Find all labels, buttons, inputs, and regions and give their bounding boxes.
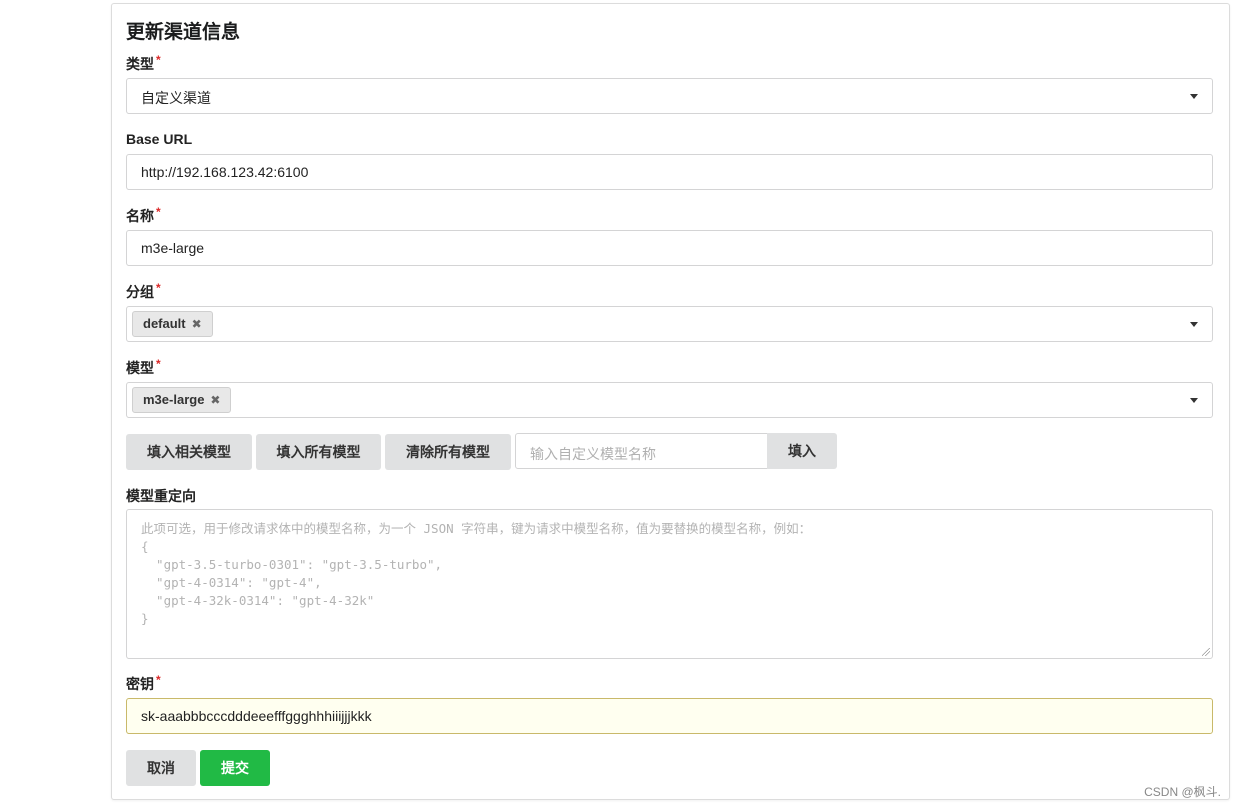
chevron-down-icon (1190, 94, 1198, 99)
base-url-input[interactable]: http://192.168.123.42:6100 (126, 154, 1213, 190)
required-mark: * (156, 357, 161, 371)
close-icon[interactable]: ✖ (192, 312, 202, 336)
model-mapping-label: 模型重定向 (126, 488, 196, 504)
required-mark: * (156, 281, 161, 295)
base-url-value: http://192.168.123.42:6100 (141, 164, 309, 180)
model-chip: m3e-large ✖ (132, 387, 232, 413)
model-label: 模型 * (126, 357, 161, 378)
custom-model-input[interactable]: 输入自定义模型名称 (515, 433, 768, 469)
required-mark: * (156, 53, 161, 67)
key-label-text: 密钥 (126, 676, 154, 692)
resize-handle-icon[interactable] (1202, 648, 1210, 656)
model-mapping-textarea[interactable]: 此项可选，用于修改请求体中的模型名称，为一个 JSON 字符串，键为请求中模型名… (126, 509, 1213, 659)
required-mark: * (156, 673, 161, 687)
model-select[interactable]: m3e-large ✖ (126, 382, 1213, 418)
name-input[interactable]: m3e-large (126, 230, 1213, 266)
cancel-button[interactable]: 取消 (126, 750, 196, 786)
group-label-text: 分组 (126, 284, 154, 300)
group-select[interactable]: default ✖ (126, 306, 1213, 342)
custom-model-placeholder: 输入自定义模型名称 (530, 446, 656, 462)
key-value: sk-aaabbbcccdddeeefffggghhhiiijjjkkk (141, 708, 372, 724)
fill-custom-model-button[interactable]: 填入 (767, 433, 837, 469)
key-label: 密钥 * (126, 673, 161, 694)
model-mapping-placeholder: 此项可选，用于修改请求体中的模型名称，为一个 JSON 字符串，键为请求中模型名… (141, 521, 812, 626)
fill-all-models-button[interactable]: 填入所有模型 (256, 434, 381, 470)
model-label-text: 模型 (126, 360, 154, 376)
type-select-value: 自定义渠道 (141, 90, 211, 106)
page-title: 更新渠道信息 (126, 22, 241, 43)
channel-edit-form: 更新渠道信息 类型 * 自定义渠道 Base URL http://192.168… (111, 3, 1230, 800)
base-url-label: Base URL (126, 131, 193, 147)
chevron-down-icon (1190, 322, 1198, 327)
group-label: 分组 * (126, 281, 161, 302)
close-icon[interactable]: ✖ (210, 388, 220, 412)
clear-all-models-button[interactable]: 清除所有模型 (385, 434, 511, 470)
type-select[interactable]: 自定义渠道 (126, 78, 1213, 114)
chevron-down-icon (1190, 398, 1198, 403)
model-chip-label: m3e-large (143, 392, 205, 407)
name-label: 名称 * (126, 205, 161, 226)
name-label-text: 名称 (126, 208, 154, 224)
fill-related-models-button[interactable]: 填入相关模型 (126, 434, 252, 470)
required-mark: * (156, 205, 161, 219)
submit-button[interactable]: 提交 (200, 750, 270, 786)
key-input[interactable]: sk-aaabbbcccdddeeefffggghhhiiijjjkkk (126, 698, 1213, 734)
type-label: 类型 * (126, 53, 161, 74)
group-chip-label: default (143, 316, 186, 331)
type-label-text: 类型 (126, 56, 154, 72)
watermark: CSDN @枫斗. (1144, 785, 1221, 799)
name-value: m3e-large (141, 240, 205, 256)
group-chip: default ✖ (132, 311, 213, 337)
